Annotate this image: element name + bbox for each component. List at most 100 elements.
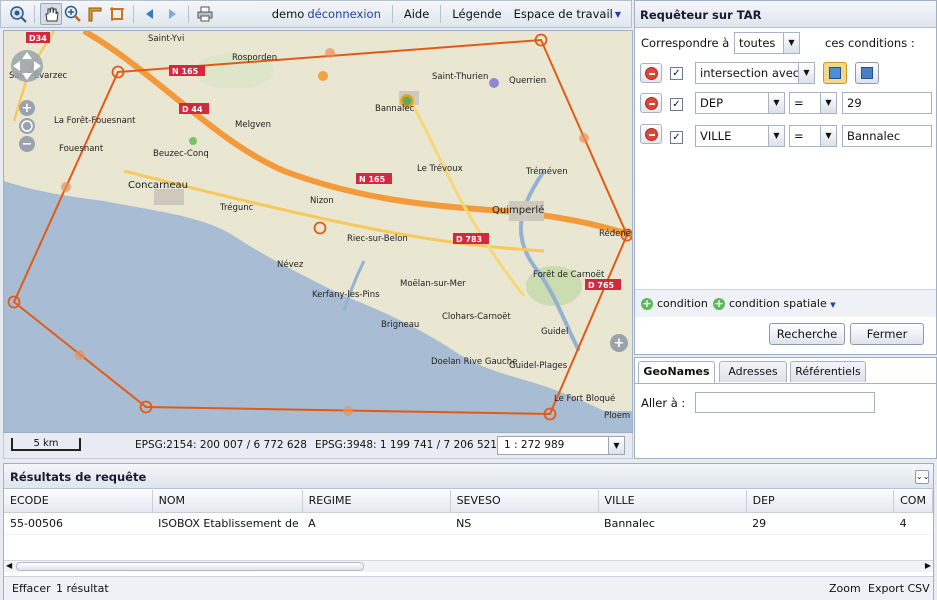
place-label: Guidel-Plages: [509, 361, 568, 371]
condition-operator-select[interactable]: = ▼: [789, 92, 837, 114]
expand-panel-icon[interactable]: +: [610, 334, 628, 352]
plus-icon: +: [713, 297, 725, 310]
condition-checkbox[interactable]: ✓: [670, 131, 683, 144]
scroll-right-icon[interactable]: ▶: [925, 561, 931, 570]
polygon-vertex[interactable]: [313, 221, 327, 235]
search-button[interactable]: Recherche: [769, 323, 845, 345]
polygon-midpoint[interactable]: [579, 133, 589, 143]
table-row[interactable]: 55-00506 ISOBOX Etablissement de Bar A N…: [4, 512, 933, 535]
polygon-midpoint[interactable]: [343, 406, 353, 416]
results-footer: Effacer 1 résultat Zoom Export CSV: [4, 576, 933, 600]
pan-hand-icon[interactable]: [40, 3, 62, 25]
column-header[interactable]: VILLE: [598, 490, 747, 513]
tab-referentiels[interactable]: Référentiels: [790, 361, 866, 382]
goto-input[interactable]: [695, 392, 875, 413]
coordinates-epsg3948: EPSG:3948: 1 199 741 / 7 206 521: [315, 439, 497, 451]
svg-text:D 44: D 44: [182, 105, 203, 114]
add-spatial-condition-button[interactable]: + condition spatiale ▼: [713, 297, 836, 310]
place-label: Ploem: [604, 411, 630, 421]
svg-text:D 765: D 765: [588, 281, 615, 290]
place-label: Bannalec: [375, 104, 415, 114]
export-csv-button[interactable]: Export CSV: [868, 582, 930, 595]
toolbar-separator: [133, 5, 134, 23]
minus-icon: [645, 97, 658, 110]
match-select[interactable]: toutes ▼: [734, 32, 800, 54]
history-forward-icon[interactable]: [161, 3, 183, 25]
condition-field-select[interactable]: DEP ▼: [695, 92, 785, 114]
add-spatial-label: condition spatiale: [729, 297, 827, 310]
road-shield: N 165: [356, 173, 392, 184]
condition-field-select[interactable]: VILLE ▼: [695, 125, 785, 147]
svg-text:+: +: [22, 101, 33, 116]
pan-control[interactable]: [11, 50, 43, 82]
svg-text:+: +: [614, 336, 625, 351]
print-icon[interactable]: [194, 3, 216, 25]
town-area: [154, 189, 184, 205]
column-header[interactable]: REGIME: [302, 490, 451, 513]
place-label: Saint-Yvi: [148, 34, 184, 44]
map-toolbar: demo déconnexion Aide Légende Espace de …: [0, 0, 632, 28]
close-button[interactable]: Fermer: [850, 323, 924, 345]
save-geometry-button[interactable]: [855, 62, 879, 84]
scroll-left-icon[interactable]: ◀: [6, 561, 12, 570]
zoom-control[interactable]: + −: [19, 100, 35, 152]
horizontal-scrollbar[interactable]: ◀ ▶: [4, 560, 933, 572]
table-cell: 4: [893, 512, 933, 535]
delete-condition-button[interactable]: [640, 124, 662, 144]
condition-checkbox[interactable]: ✓: [670, 67, 683, 80]
condition-checkbox[interactable]: ✓: [670, 98, 683, 111]
toolbar-separator: [188, 5, 189, 23]
polygon-midpoint[interactable]: [325, 48, 335, 58]
results-title: Résultats de requête: [4, 464, 933, 489]
svg-text:N 165: N 165: [359, 175, 386, 184]
condition-operator-value: =: [794, 129, 804, 143]
logout-link[interactable]: déconnexion: [307, 7, 381, 21]
road-secondary: [402, 90, 526, 297]
zoom-in-icon[interactable]: [62, 3, 84, 25]
place-label: Guidel: [541, 327, 568, 337]
collapse-icon[interactable]: ⌄⌄: [915, 470, 929, 484]
poi-marker[interactable]: [189, 137, 197, 145]
column-header[interactable]: SEVESO: [450, 490, 599, 513]
clear-button[interactable]: Effacer: [12, 582, 51, 595]
tab-adresses[interactable]: Adresses: [719, 361, 787, 382]
draw-geometry-button[interactable]: [823, 62, 847, 84]
condition-field-select[interactable]: intersection avec ▼: [695, 62, 815, 84]
condition-operator-select[interactable]: = ▼: [789, 125, 837, 147]
poi-marker[interactable]: [489, 78, 499, 88]
history-back-icon[interactable]: [139, 3, 161, 25]
condition-field-value: intersection avec: [700, 66, 800, 80]
legend-button[interactable]: Légende: [452, 7, 501, 21]
road-shield: N 165: [169, 65, 205, 76]
tab-geonames[interactable]: GeoNames: [638, 361, 715, 383]
polygon-midpoint[interactable]: [61, 182, 71, 192]
zoom-button[interactable]: Zoom: [829, 582, 861, 595]
measure-area-icon[interactable]: [106, 3, 128, 25]
chevron-down-icon[interactable]: ▼: [608, 437, 624, 454]
scale-select[interactable]: 1 : 272 989 ▼: [497, 436, 625, 455]
delete-condition-button[interactable]: [640, 93, 662, 113]
column-header[interactable]: DEP: [746, 490, 895, 513]
place-label: Beuzec-Conq: [153, 149, 209, 159]
column-header[interactable]: COM: [893, 490, 933, 513]
toolbar-separator: [391, 5, 393, 23]
add-condition-button[interactable]: + condition: [641, 297, 708, 310]
place-label: Querrien: [509, 76, 546, 86]
chevron-down-icon: ▼: [768, 126, 784, 146]
chevron-down-icon: ▼: [768, 93, 784, 113]
table-header-row: ECODE NOM REGIME SEVESO VILLE DEP COM: [4, 490, 933, 513]
workspace-menu[interactable]: Espace de travail: [514, 7, 613, 21]
delete-condition-button[interactable]: [640, 63, 662, 83]
scrollbar-thumb[interactable]: [16, 562, 364, 571]
column-header[interactable]: NOM: [152, 490, 303, 513]
measure-length-icon[interactable]: [84, 3, 106, 25]
place-label: Le Trévoux: [417, 163, 463, 174]
zoom-extent-icon[interactable]: [7, 3, 29, 25]
polygon-midpoint[interactable]: [75, 350, 85, 360]
map-viewport[interactable]: D34 N 165 D 44 N 165 D 783 D 765 Saint-Yvi Ros…: [3, 30, 633, 433]
column-header[interactable]: ECODE: [4, 490, 153, 513]
condition-value-input[interactable]: 29: [842, 92, 932, 114]
poi-marker[interactable]: [318, 71, 328, 81]
condition-value-input[interactable]: Bannalec: [842, 125, 932, 147]
help-button[interactable]: Aide: [404, 7, 429, 21]
